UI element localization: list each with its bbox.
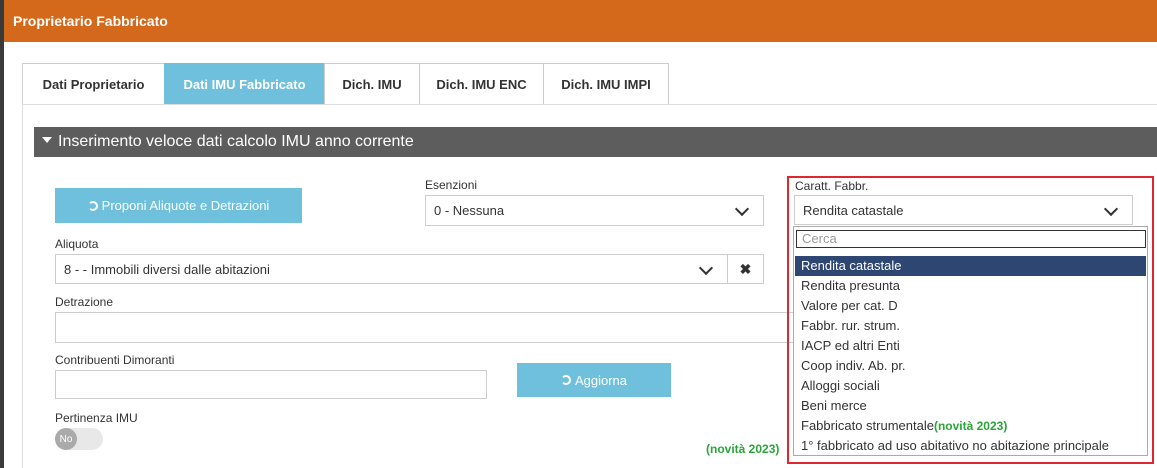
caratt-dropdown: Cerca Rendita catastale Rendita presunta… [793, 226, 1148, 456]
aliquota-clear-button[interactable]: ✖ [727, 254, 764, 284]
tab-dati-proprietario[interactable]: Dati Proprietario [22, 63, 165, 105]
tab-dich-imu[interactable]: Dich. IMU [324, 63, 420, 105]
dropdown-option[interactable]: Beni merce [795, 396, 1146, 416]
dropdown-option[interactable]: Rendita presunta [795, 276, 1146, 296]
detrazione-label: Detrazione [55, 295, 114, 309]
section-header[interactable]: Inserimento veloce dati calcolo IMU anno… [34, 127, 1157, 157]
aggiorna-button[interactable]: Aggiorna [517, 363, 671, 397]
dropdown-option[interactable]: Fabbricato strumentale(novità 2023) [795, 416, 1146, 436]
dropdown-option[interactable]: 1° fabbricato ad uso abitativo no abitaz… [795, 436, 1146, 456]
tab-dich-imu-enc[interactable]: Dich. IMU ENC [419, 63, 544, 105]
tab-dich-imu-impi[interactable]: Dich. IMU IMPI [543, 63, 669, 105]
dropdown-option[interactable]: Fabbr. rur. strum. [795, 316, 1146, 336]
pertinenza-toggle[interactable]: No [55, 428, 103, 450]
detrazione-input[interactable] [55, 312, 795, 343]
pertinenza-label: Pertinenza IMU [55, 411, 138, 425]
close-icon: ✖ [739, 260, 752, 277]
refresh-icon [87, 200, 98, 211]
chevron-down-icon [698, 260, 714, 276]
tab-dati-imu-fabbricato[interactable]: Dati IMU Fabbricato [164, 63, 325, 105]
proponi-label: Proponi Aliquote e Detrazioni [101, 198, 270, 213]
modal-title: Proprietario Fabbricato [4, 0, 1157, 42]
esenzioni-select[interactable]: 0 - Nessuna [425, 195, 764, 226]
aliquota-select[interactable]: 8 - - Immobili diversi dalle abitazioni [55, 254, 728, 284]
aliquota-label: Aliquota [55, 237, 99, 251]
caret-down-icon [42, 136, 52, 143]
section-title: Inserimento veloce dati calcolo IMU anno… [58, 133, 414, 150]
option-novita-note: (novità 2023) [933, 419, 1008, 433]
contribuenti-input[interactable] [55, 370, 487, 399]
dropdown-option[interactable]: Rendita catastale [795, 256, 1146, 276]
esenzioni-label: Esenzioni [425, 178, 478, 192]
chevron-down-icon [734, 201, 750, 217]
aggiorna-label: Aggiorna [574, 372, 628, 388]
contribuenti-label: Contribuenti Dimoranti [55, 353, 175, 367]
proponi-aliquote-button[interactable]: Proponi Aliquote e Detrazioni [55, 188, 302, 223]
dropdown-search-input[interactable]: Cerca [796, 230, 1146, 248]
option-label: Fabbricato strumentale [801, 418, 934, 433]
toggle-knob: No [55, 428, 77, 450]
dropdown-option[interactable]: IACP ed altri Enti [795, 336, 1146, 356]
esenzioni-value: 0 - Nessuna [434, 203, 505, 218]
refresh-icon [560, 375, 571, 385]
dropdown-option[interactable]: Coop indiv. Ab. pr. [795, 356, 1146, 376]
aliquota-value: 8 - - Immobili diversi dalle abitazioni [64, 261, 270, 277]
dropdown-option[interactable]: Valore per cat. D [795, 296, 1146, 316]
novita-note: (novità 2023) [706, 442, 780, 456]
dropdown-option[interactable]: Alloggi sociali [795, 376, 1146, 396]
tab-bar: Dati Proprietario Dati IMU Fabbricato Di… [22, 63, 669, 105]
